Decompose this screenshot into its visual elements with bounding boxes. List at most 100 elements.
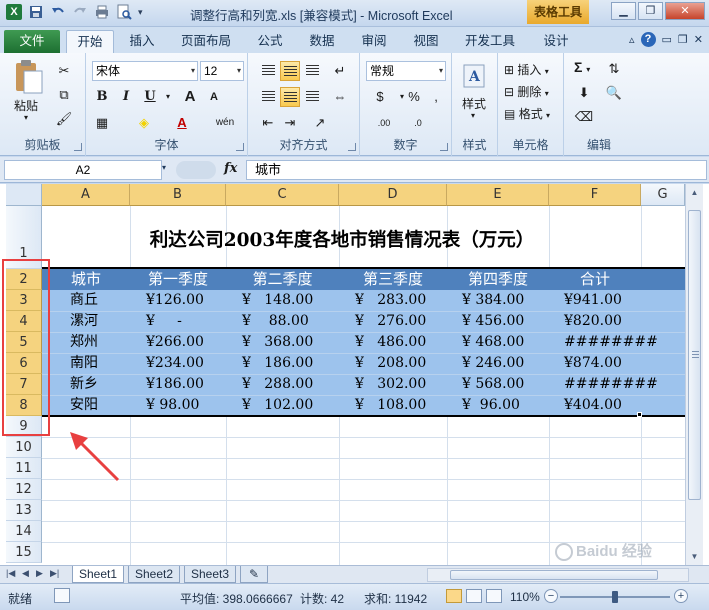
- name-box-dropdown-icon[interactable]: ▾: [162, 163, 166, 172]
- italic-button[interactable]: I: [116, 87, 136, 107]
- align-left-icon[interactable]: [258, 87, 278, 107]
- accounting-format-button[interactable]: $: [370, 87, 390, 107]
- minimize-ribbon-icon[interactable]: ▵: [629, 33, 635, 46]
- select-all-corner[interactable]: [6, 184, 42, 206]
- table-cell[interactable]: ¥ 384.00: [462, 290, 524, 311]
- save-icon[interactable]: [28, 4, 44, 20]
- header-cell-q3[interactable]: 第三季度: [339, 269, 447, 290]
- format-painter-icon[interactable]: 🖌: [54, 109, 74, 129]
- page-break-view-icon[interactable]: [486, 589, 502, 603]
- align-middle-icon[interactable]: [280, 61, 300, 81]
- table-cell[interactable]: ¥126.00: [146, 290, 204, 311]
- find-select-icon[interactable]: 🔍: [604, 83, 624, 103]
- underline-dropdown-icon[interactable]: ▾: [158, 87, 178, 107]
- doc-close-icon[interactable]: ✕: [694, 33, 703, 46]
- macro-record-icon[interactable]: [54, 588, 70, 603]
- table-cell[interactable]: ¥ 568.00: [462, 374, 524, 395]
- row-header-11[interactable]: 11: [6, 458, 42, 479]
- close-button[interactable]: ✕: [665, 2, 705, 20]
- font-color-button[interactable]: A: [172, 113, 192, 133]
- zoom-level[interactable]: 110%: [510, 590, 540, 604]
- formula-bar-splitter[interactable]: [176, 161, 216, 179]
- table-cell[interactable]: ¥ 208.00: [355, 353, 426, 374]
- table-cell[interactable]: ¥186.00: [146, 374, 204, 395]
- horizontal-scrollbar[interactable]: [427, 568, 689, 582]
- align-top-icon[interactable]: [258, 61, 278, 81]
- copy-icon[interactable]: ⧉: [54, 85, 74, 105]
- font-size-select[interactable]: 12 ▾: [200, 61, 244, 81]
- header-cell-q4[interactable]: 第四季度: [447, 269, 549, 290]
- qat-dropdown-icon[interactable]: ▾: [138, 4, 154, 20]
- wrap-text-icon[interactable]: ↵: [330, 61, 350, 81]
- table-cell[interactable]: 商丘: [70, 290, 98, 311]
- row-header-15[interactable]: 15: [6, 542, 42, 563]
- formula-input[interactable]: 城市: [246, 160, 707, 180]
- shrink-font-button[interactable]: A: [204, 87, 224, 107]
- paste-icon[interactable]: [12, 59, 44, 95]
- sheet-tab-sheet1[interactable]: Sheet1: [72, 566, 124, 583]
- table-cell[interactable]: ¥266.00: [146, 332, 204, 353]
- last-sheet-icon[interactable]: ▶|: [50, 568, 59, 579]
- table-cell[interactable]: ¥234.00: [146, 353, 204, 374]
- table-cell[interactable]: ########: [564, 374, 658, 395]
- doc-restore-icon[interactable]: ❐: [678, 33, 688, 46]
- increase-indent-icon[interactable]: ⇥: [280, 113, 300, 133]
- format-cells-button[interactable]: ▤ 格式 ▾: [504, 105, 550, 122]
- orientation-icon[interactable]: ↗: [310, 113, 330, 133]
- font-launcher-icon[interactable]: [236, 143, 244, 151]
- fill-icon[interactable]: ⬇: [574, 83, 594, 103]
- table-cell[interactable]: 漯河: [70, 311, 98, 332]
- table-cell[interactable]: ¥ 246.00: [462, 353, 524, 374]
- insert-cells-button[interactable]: ⊞ 插入 ▾: [504, 61, 549, 78]
- column-header-d[interactable]: D: [339, 184, 447, 206]
- print-icon[interactable]: [94, 4, 110, 20]
- tab-design[interactable]: 设计: [538, 30, 574, 53]
- table-cell[interactable]: ¥ 88.00: [242, 311, 309, 332]
- underline-button[interactable]: U: [140, 87, 160, 107]
- table-cell[interactable]: ¥ 288.00: [242, 374, 313, 395]
- styles-icon[interactable]: A: [462, 61, 488, 89]
- merge-center-icon[interactable]: ⇔: [330, 87, 350, 107]
- doc-minimize-icon[interactable]: ▭: [662, 33, 672, 46]
- table-cell[interactable]: ¥ 302.00: [355, 374, 426, 395]
- align-bottom-icon[interactable]: [302, 61, 322, 81]
- tab-formulas[interactable]: 公式: [252, 30, 288, 53]
- normal-view-icon[interactable]: [446, 589, 462, 603]
- decrease-indent-icon[interactable]: ⇤: [258, 113, 278, 133]
- vertical-scroll-thumb[interactable]: [688, 210, 701, 500]
- zoom-slider-knob[interactable]: [612, 591, 618, 603]
- print-preview-icon[interactable]: [116, 4, 132, 20]
- column-header-g[interactable]: G: [641, 184, 685, 206]
- table-cell[interactable]: ¥820.00: [564, 311, 622, 332]
- bold-button[interactable]: B: [92, 87, 112, 107]
- tab-page-layout[interactable]: 页面布局: [176, 30, 236, 53]
- table-cell[interactable]: ########: [564, 332, 658, 353]
- styles-button[interactable]: 样式: [462, 95, 486, 112]
- align-right-icon[interactable]: [302, 87, 322, 107]
- insert-sheet-icon[interactable]: ✎: [240, 566, 268, 583]
- table-cell[interactable]: ¥ 96.00: [462, 395, 520, 416]
- excel-logo-icon[interactable]: X: [6, 4, 22, 20]
- table-cell[interactable]: ¥ 108.00: [355, 395, 426, 416]
- table-cell[interactable]: ¥404.00: [564, 395, 622, 416]
- table-cell[interactable]: ¥ 148.00: [242, 290, 313, 311]
- align-center-icon[interactable]: [280, 87, 300, 107]
- percent-button[interactable]: %: [404, 87, 424, 107]
- undo-icon[interactable]: [50, 4, 66, 20]
- table-cell[interactable]: ¥ -: [146, 311, 182, 332]
- minimize-button[interactable]: ▁: [611, 2, 636, 20]
- table-cell[interactable]: ¥ 98.00: [146, 395, 199, 416]
- table-cell[interactable]: 安阳: [70, 395, 98, 416]
- first-sheet-icon[interactable]: |◀: [6, 568, 15, 579]
- phonetic-button[interactable]: wén: [210, 113, 240, 133]
- table-cell[interactable]: ¥941.00: [564, 290, 622, 311]
- tab-review[interactable]: 审阅: [356, 30, 392, 53]
- name-box[interactable]: A2: [4, 160, 162, 180]
- row-header-14[interactable]: 14: [6, 521, 42, 542]
- next-sheet-icon[interactable]: ▶: [36, 568, 43, 579]
- column-header-c[interactable]: C: [226, 184, 339, 206]
- grow-font-button[interactable]: A: [180, 87, 200, 107]
- redo-icon[interactable]: [72, 4, 88, 20]
- row-header-12[interactable]: 12: [6, 479, 42, 500]
- table-cell[interactable]: 郑州: [70, 332, 98, 353]
